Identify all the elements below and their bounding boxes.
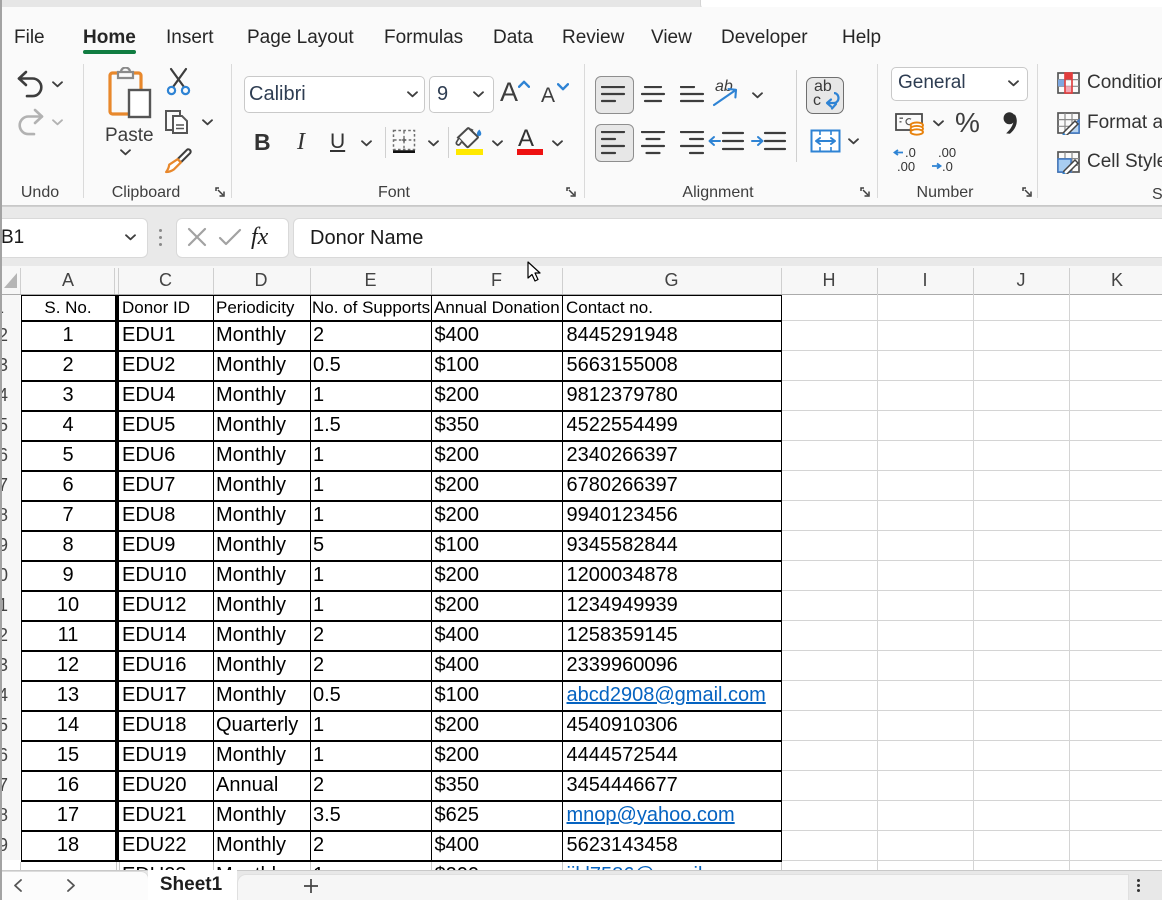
svg-text:.00: .00 <box>938 146 956 160</box>
svg-text:.0: .0 <box>942 159 953 174</box>
svg-text:.0: .0 <box>905 146 916 160</box>
svg-text:.00: .00 <box>897 159 915 174</box>
